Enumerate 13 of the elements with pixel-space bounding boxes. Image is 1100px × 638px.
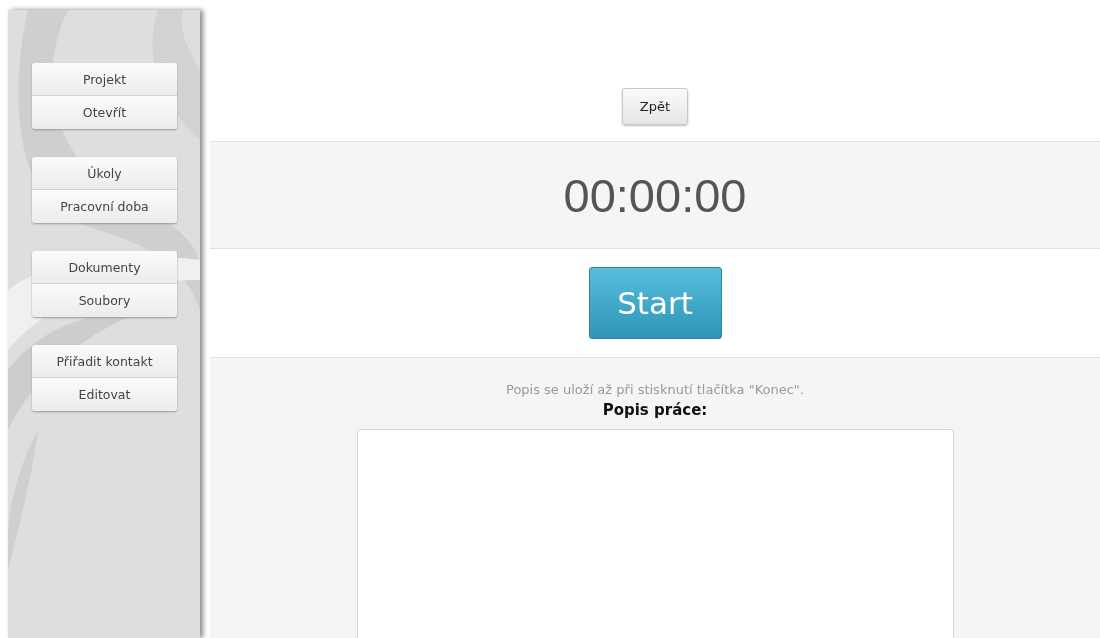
timer-display: 00:00:00 <box>563 167 747 223</box>
sidebar-button[interactable]: Úkoly <box>32 157 177 190</box>
sidebar-button[interactable]: Přiřadit kontakt <box>32 345 177 378</box>
description-label: Popis práce: <box>602 401 708 419</box>
sidebar-button[interactable]: Pracovní doba <box>32 190 177 223</box>
sidebar-button[interactable]: Soubory <box>32 284 177 317</box>
back-button[interactable]: Zpět <box>622 88 688 125</box>
sidebar-button[interactable]: Editovat <box>32 378 177 411</box>
sidebar-button[interactable]: Otevřít <box>32 96 177 129</box>
save-note: Popis se uloží až při stisknutí tlačítka "Konec". <box>506 382 804 397</box>
sidebar-button[interactable]: Projekt <box>32 63 177 96</box>
sidebar-button[interactable]: Dokumenty <box>32 251 177 284</box>
description-field[interactable] <box>356 429 954 638</box>
